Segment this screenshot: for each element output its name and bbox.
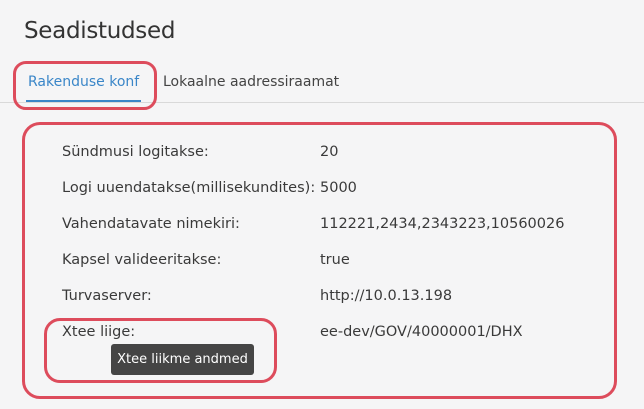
tab-lokaalne-aadressiraamat[interactable]: Lokaalne aadressiraamat (163, 74, 339, 90)
setting-value: true (320, 252, 350, 268)
setting-label: Vahendatavate nimekiri: (62, 216, 240, 232)
setting-label: Turvaserver: (62, 288, 152, 304)
setting-label: Kapsel valideeritakse: (62, 252, 222, 268)
setting-value: 112221,2434,2343223,10560026 (320, 216, 565, 232)
tab-bar: Rakenduse konf Lokaalne aadressiraamat (0, 66, 644, 104)
setting-label: Logi uuendatakse(millisekundites): (62, 180, 316, 196)
xtee-member-tooltip: Xtee liikme andmed (111, 344, 254, 375)
tab-label: Lokaalne aadressiraamat (163, 74, 340, 90)
setting-value: ee-dev/GOV/40000001/DHX (320, 324, 523, 340)
tab-label: Rakenduse konf (28, 74, 140, 90)
setting-value: 20 (320, 144, 339, 160)
setting-value: http://10.0.13.198 (320, 288, 453, 304)
setting-label: Sündmusi logitakse: (62, 144, 209, 160)
page-title: Seadistudsed (24, 18, 176, 44)
tab-divider (0, 102, 644, 103)
setting-value: 5000 (320, 180, 357, 196)
setting-label-xtee-member[interactable]: Xtee liige: (62, 324, 135, 340)
tab-rakenduse-konf[interactable]: Rakenduse konf (26, 74, 142, 102)
